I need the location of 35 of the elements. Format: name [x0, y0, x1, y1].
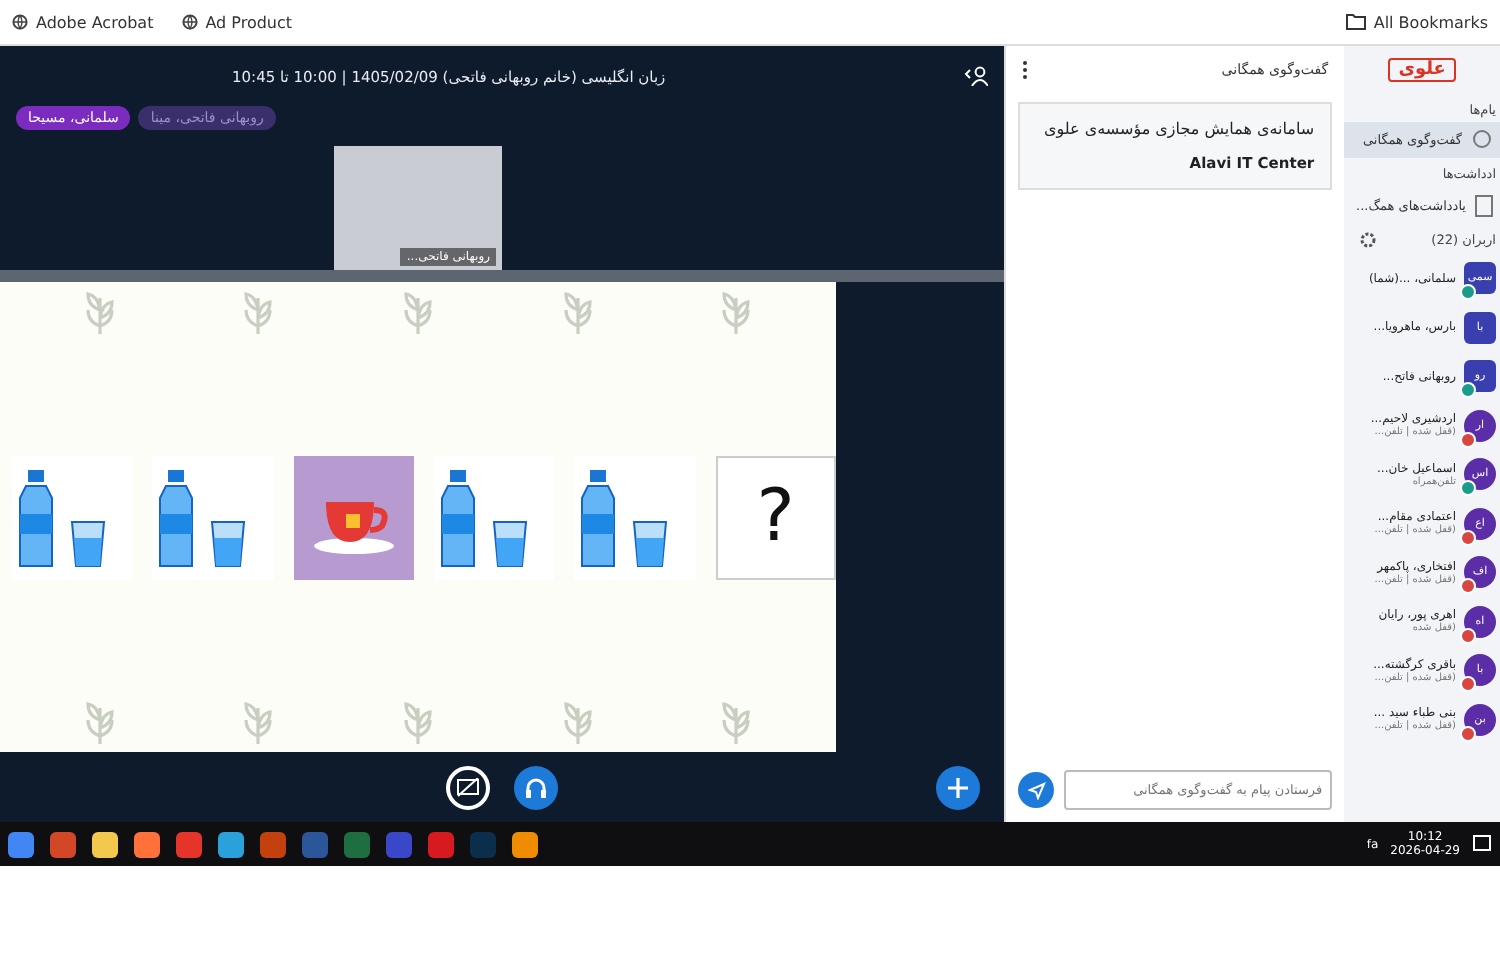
leaf-icon [403, 290, 432, 334]
question-card: ? [715, 455, 837, 579]
taskbar-app-icon[interactable] [512, 831, 538, 857]
add-button[interactable] [936, 765, 981, 809]
globe-icon [12, 14, 28, 30]
leaf-icon [244, 700, 273, 744]
document-icon [1474, 194, 1494, 218]
taskbar-app-icon[interactable] [8, 831, 34, 857]
leaf-icon [403, 700, 432, 744]
headphones-button[interactable] [514, 765, 559, 809]
logo: علوی [1388, 58, 1456, 82]
leaf-icon [244, 290, 273, 334]
leaf-icon [722, 290, 751, 334]
leaf-icon [563, 700, 592, 744]
leaf-icon [563, 290, 592, 334]
user-icon[interactable] [964, 66, 989, 86]
screen-share-button[interactable] [446, 765, 491, 809]
taskbar-app-icon[interactable] [92, 831, 118, 857]
bookmark-link[interactable]: Ad Product [181, 13, 293, 31]
taskbar-app-icon[interactable] [218, 831, 244, 857]
leaf-icon [722, 700, 751, 744]
send-button[interactable] [1018, 772, 1055, 808]
folder-icon [1345, 14, 1366, 30]
more-icon[interactable] [1022, 60, 1029, 80]
taskbar-app-icon[interactable] [134, 831, 160, 857]
headphones-icon [524, 775, 549, 799]
bookmark-link[interactable]: Adobe Acrobat [12, 13, 154, 31]
leaf-icon [85, 700, 114, 744]
plus-icon [948, 777, 969, 797]
leaf-icon [85, 290, 114, 334]
welcome-text: سامانه‌ی همایش مجازی مؤسسه‌ی علوی [1041, 120, 1315, 138]
all-bookmarks-link[interactable]: All Bookmarks [1345, 13, 1488, 31]
screen-off-icon [456, 777, 481, 797]
send-icon [1027, 781, 1046, 799]
globe-icon [181, 14, 198, 30]
